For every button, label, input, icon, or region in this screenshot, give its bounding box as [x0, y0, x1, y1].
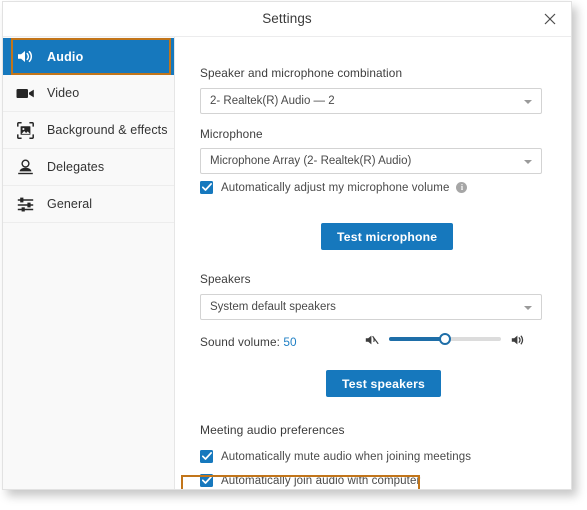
checkbox-checked-icon	[200, 181, 213, 194]
slider-fill	[389, 337, 445, 341]
sidebar-item-label: Background & effects	[47, 123, 168, 137]
sidebar-item-video[interactable]: Video	[3, 75, 174, 112]
microphone-label: Microphone	[200, 127, 263, 141]
image-frame-icon	[3, 121, 47, 139]
checkbox-checked-icon	[200, 474, 213, 487]
dialog-titlebar: Settings	[3, 2, 571, 37]
speaker-icon	[3, 49, 47, 64]
speakers-select[interactable]: System default speakers	[200, 294, 542, 320]
volume-slider[interactable]	[365, 331, 530, 347]
checkbox-auto-join-audio[interactable]: Automatically join audio with computer	[200, 474, 420, 487]
microphone-value: Microphone Array (2- Realtek(R) Audio)	[210, 155, 412, 167]
speaker-mic-combination-select[interactable]: 2- Realtek(R) Audio — 2	[200, 88, 542, 114]
settings-sidebar: Audio Video Background & effects Delegat…	[3, 37, 175, 489]
sidebar-item-delegates[interactable]: Delegates	[3, 149, 174, 186]
checkbox-label: Automatically join audio with computer	[221, 474, 421, 487]
volume-mute-icon[interactable]	[365, 333, 379, 351]
chevron-down-icon	[524, 100, 532, 104]
test-microphone-button[interactable]: Test microphone	[321, 223, 454, 250]
checkbox-label: Automatically mute audio when joining me…	[221, 450, 472, 463]
test-speakers-button[interactable]: Test speakers	[326, 370, 441, 397]
chevron-down-icon	[524, 160, 532, 164]
sidebar-item-general[interactable]: General	[3, 186, 174, 223]
sound-volume-text: Sound volume:	[200, 335, 280, 349]
info-icon[interactable]: i	[456, 182, 468, 193]
close-icon	[544, 13, 556, 25]
checkbox-auto-mute[interactable]: Automatically mute audio when joining me…	[200, 450, 471, 463]
sidebar-item-audio[interactable]: Audio	[3, 38, 174, 75]
screenshot-root: Settings Audio Video Background & effect…	[0, 0, 587, 510]
slider-thumb[interactable]	[439, 333, 451, 345]
checkbox-auto-adjust-mic-volume[interactable]: Automatically adjust my microphone volum…	[200, 181, 468, 194]
checkbox-checked-icon	[200, 450, 213, 463]
sidebar-item-label: General	[47, 197, 93, 211]
chevron-down-icon	[524, 306, 532, 310]
speakers-label: Speakers	[200, 272, 251, 286]
sliders-icon	[3, 196, 47, 212]
speaker-mic-combination-label: Speaker and microphone combination	[200, 66, 403, 80]
speaker-mic-combination-value: 2- Realtek(R) Audio — 2	[210, 95, 335, 107]
sidebar-item-label: Delegates	[47, 160, 105, 174]
dialog-title: Settings	[262, 11, 312, 26]
audio-settings-panel: Speaker and microphone combination 2- Re…	[175, 37, 571, 489]
close-button[interactable]	[539, 8, 561, 30]
sound-volume-label: Sound volume: 50	[200, 335, 297, 349]
settings-dialog: Settings Audio Video Background & effect…	[2, 1, 572, 490]
video-camera-icon	[3, 87, 47, 100]
sidebar-item-background-effects[interactable]: Background & effects	[3, 112, 174, 149]
microphone-select[interactable]: Microphone Array (2- Realtek(R) Audio)	[200, 148, 542, 174]
sound-volume-value: 50	[283, 335, 297, 349]
sidebar-item-label: Audio	[47, 49, 84, 64]
sidebar-item-label: Video	[47, 86, 80, 100]
volume-up-icon[interactable]	[511, 333, 525, 351]
meeting-audio-preferences-heading: Meeting audio preferences	[200, 423, 345, 437]
dialog-body: Audio Video Background & effects Delegat…	[3, 37, 571, 489]
person-icon	[3, 159, 47, 175]
checkbox-label: Automatically adjust my microphone volum…	[221, 181, 450, 194]
speakers-value: System default speakers	[210, 301, 336, 313]
